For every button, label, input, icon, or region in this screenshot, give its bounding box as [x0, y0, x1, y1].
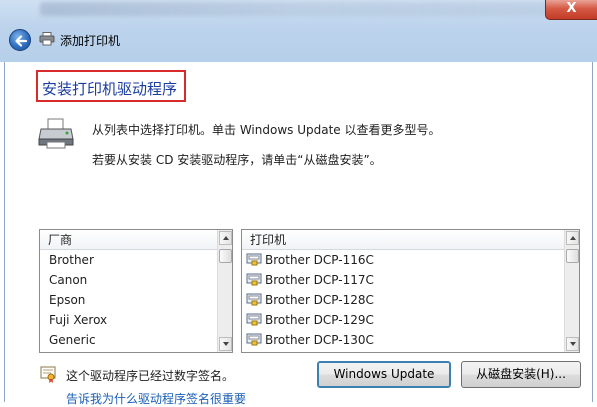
- page-title: 安装打印机驱动程序: [42, 80, 178, 98]
- printer-item-label: Brother DCP-130C: [265, 333, 374, 347]
- printer-driver-icon: [246, 273, 262, 286]
- window-title: 添加打印机: [60, 34, 121, 48]
- manufacturer-item[interactable]: Epson: [40, 290, 217, 310]
- info-text-select: 从列表中选择打印机。单击 Windows Update 以查看更多型号。: [92, 123, 441, 137]
- scroll-down-button[interactable]: [219, 337, 232, 351]
- scroll-up-button[interactable]: [219, 231, 232, 245]
- manufacturer-item[interactable]: Generic: [40, 330, 217, 350]
- printer-item[interactable]: Brother DCP-130C: [242, 330, 564, 350]
- printer-item[interactable]: Brother DCP-128C: [242, 290, 564, 310]
- scroll-up-button[interactable]: [566, 231, 579, 245]
- printer-column-header[interactable]: 打印机: [242, 230, 564, 250]
- close-button[interactable]: X: [545, 0, 597, 20]
- blurred-background-strip: [40, 2, 560, 16]
- printer-list[interactable]: 打印机 Brother DCP-116C Brother DCP-117C Br…: [241, 229, 580, 353]
- printer-item[interactable]: Brother DCP-116C: [242, 250, 564, 270]
- manufacturer-column-header[interactable]: 厂商: [40, 230, 217, 250]
- certificate-icon: [40, 366, 56, 383]
- windows-update-button[interactable]: Windows Update: [317, 361, 451, 388]
- printer-item-label: Brother DCP-128C: [265, 293, 374, 307]
- printer-driver-icon: [246, 313, 262, 326]
- install-from-disk-button[interactable]: 从磁盘安装(H)...: [461, 361, 581, 388]
- info-text-cd: 若要从安装 CD 安装驱动程序，请单击“从磁盘安装”。: [92, 153, 382, 167]
- back-arrow-icon: [15, 35, 28, 47]
- printer-small-icon: [39, 32, 55, 46]
- scroll-thumb[interactable]: [566, 249, 579, 263]
- printer-driver-icon: [246, 293, 262, 306]
- printer-driver-icon: [246, 333, 262, 346]
- manufacturer-list[interactable]: 厂商 Brother Canon Epson Fuji Xerox Generi…: [39, 229, 233, 353]
- manufacturer-scrollbar[interactable]: [217, 230, 232, 352]
- printer-item[interactable]: Brother DCP-117C: [242, 270, 564, 290]
- signed-driver-text: 这个驱动程序已经过数字签名。: [66, 369, 235, 383]
- printer-item[interactable]: Brother DCP-129C: [242, 310, 564, 330]
- back-button[interactable]: [9, 29, 31, 51]
- scroll-thumb[interactable]: [219, 249, 232, 263]
- manufacturer-item[interactable]: Brother: [40, 250, 217, 270]
- printer-item-label: Brother DCP-117C: [265, 273, 374, 287]
- printer-icon: [38, 118, 74, 149]
- printer-scrollbar[interactable]: [564, 230, 579, 352]
- manufacturer-item[interactable]: Fuji Xerox: [40, 310, 217, 330]
- printer-item-label: Brother DCP-116C: [265, 253, 374, 267]
- scroll-down-button[interactable]: [566, 337, 579, 351]
- driver-signing-link[interactable]: 告诉我为什么驱动程序签名很重要: [66, 390, 246, 407]
- window-frame: [0, 0, 597, 62]
- printer-driver-icon: [246, 253, 262, 266]
- manufacturer-item[interactable]: Canon: [40, 270, 217, 290]
- printer-item-label: Brother DCP-129C: [265, 313, 374, 327]
